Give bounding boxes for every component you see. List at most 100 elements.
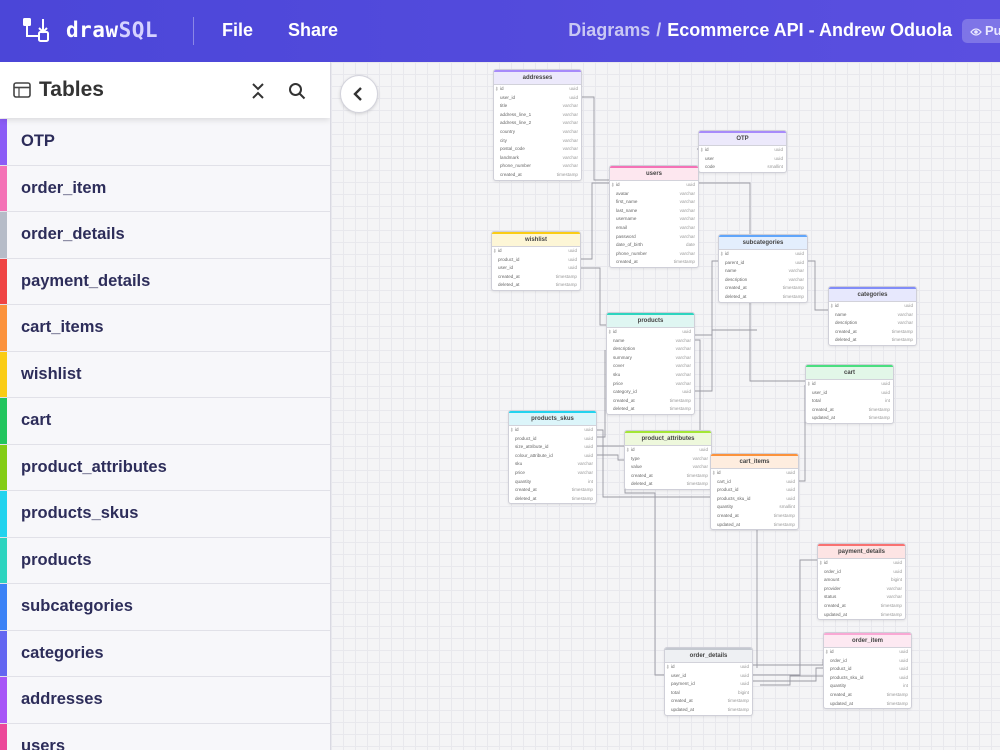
erd-column-row[interactable]: created_at timestamp: [719, 284, 807, 293]
drawsql-logo-icon[interactable]: [22, 17, 50, 45]
erd-table-title[interactable]: OTP: [699, 131, 786, 146]
erd-column-row[interactable]: id uuid ⚷: [492, 247, 580, 256]
erd-column-row[interactable]: created_at timestamp: [492, 273, 580, 282]
erd-column-row[interactable]: created_at timestamp: [494, 171, 581, 180]
table-cart-items[interactable]: cart_items id uuid ⚷ cart_id uuid product_id uu…: [710, 453, 799, 531]
erd-column-row[interactable]: sku varchar: [607, 371, 694, 380]
erd-column-row[interactable]: product_id uuid: [492, 256, 580, 265]
erd-table-title[interactable]: product_attributes: [625, 431, 711, 446]
erd-table-title[interactable]: payment_details: [818, 544, 905, 559]
erd-column-row[interactable]: product_id uuid: [509, 435, 596, 444]
erd-column-row[interactable]: product_id uuid: [711, 486, 798, 495]
sidebar-item-products[interactable]: products: [0, 537, 330, 584]
erd-column-row[interactable]: created_at timestamp: [509, 486, 596, 495]
erd-column-row[interactable]: created_at timestamp: [829, 328, 916, 337]
erd-column-row[interactable]: username varchar: [610, 215, 698, 224]
erd-column-row[interactable]: created_at timestamp: [607, 397, 694, 406]
erd-column-row[interactable]: user_id uuid: [665, 672, 752, 681]
erd-column-row[interactable]: id uuid ⚷: [818, 559, 905, 568]
sidebar-item-users[interactable]: users: [0, 723, 330, 750]
erd-column-row[interactable]: quantity smallint: [711, 503, 798, 512]
erd-column-row[interactable]: total bigint: [665, 689, 752, 698]
erd-column-row[interactable]: provider varchar: [818, 585, 905, 594]
erd-column-row[interactable]: created_at timestamp: [711, 512, 798, 521]
erd-column-row[interactable]: payment_id uuid: [665, 680, 752, 689]
erd-column-row[interactable]: id uuid ⚷: [509, 426, 596, 435]
table-otp[interactable]: OTP id uuid ⚷ user uuid code smallint: [698, 130, 787, 173]
erd-column-row[interactable]: name varchar: [719, 267, 807, 276]
erd-column-row[interactable]: size_attribute_id uuid: [509, 443, 596, 452]
erd-column-row[interactable]: id uuid ⚷: [719, 250, 807, 259]
erd-column-row[interactable]: deleted_at timestamp: [509, 495, 596, 504]
erd-table-title[interactable]: products_skus: [509, 411, 596, 426]
erd-column-row[interactable]: user uuid: [699, 155, 786, 164]
sidebar-item-cart[interactable]: cart: [0, 398, 330, 445]
erd-column-row[interactable]: status varchar: [818, 593, 905, 602]
erd-table-title[interactable]: addresses: [494, 70, 581, 85]
sidebar-item-product-attributes[interactable]: product_attributes: [0, 444, 330, 491]
table-wishlist[interactable]: wishlist id uuid ⚷ product_id uuid user_id uuid…: [491, 231, 581, 291]
erd-column-row[interactable]: postal_code varchar: [494, 145, 581, 154]
public-badge[interactable]: Pu: [962, 19, 1000, 43]
collapse-sidebar-button[interactable]: [340, 75, 378, 113]
erd-column-row[interactable]: phone_number varchar: [494, 162, 581, 171]
erd-column-row[interactable]: amount bigint: [818, 576, 905, 585]
erd-table-title[interactable]: users: [610, 166, 698, 181]
share-menu[interactable]: Share: [288, 20, 338, 41]
erd-column-row[interactable]: deleted_at timestamp: [719, 293, 807, 302]
erd-column-row[interactable]: deleted_at timestamp: [492, 281, 580, 290]
table-categories[interactable]: categories id uuid ⚷ name varchar description v…: [828, 286, 917, 346]
erd-column-row[interactable]: updated_at timestamp: [806, 414, 893, 423]
erd-column-row[interactable]: user_id uuid: [494, 94, 581, 103]
erd-column-row[interactable]: deleted_at timestamp: [829, 336, 916, 345]
erd-column-row[interactable]: updated_at timestamp: [665, 706, 752, 715]
table-order-item[interactable]: order_item id uuid ⚷ order_id uuid product_id u…: [823, 632, 912, 710]
file-menu[interactable]: File: [222, 20, 253, 41]
erd-column-row[interactable]: products_sku_id uuid: [824, 674, 911, 683]
erd-column-row[interactable]: date_of_birth date: [610, 241, 698, 250]
erd-column-row[interactable]: quantity int: [509, 478, 596, 487]
erd-table-title[interactable]: cart_items: [711, 454, 798, 469]
erd-column-row[interactable]: sku varchar: [509, 460, 596, 469]
erd-table-title[interactable]: categories: [829, 287, 916, 302]
erd-column-row[interactable]: created_at timestamp: [625, 472, 711, 481]
erd-column-row[interactable]: user_id uuid: [806, 389, 893, 398]
erd-column-row[interactable]: summary varchar: [607, 354, 694, 363]
table-products[interactable]: products id uuid ⚷ name varchar description var…: [606, 312, 695, 415]
erd-column-row[interactable]: id uuid ⚷: [806, 380, 893, 389]
erd-column-row[interactable]: id uuid ⚷: [665, 663, 752, 672]
erd-column-row[interactable]: description varchar: [607, 345, 694, 354]
table-addresses[interactable]: addresses id uuid ⚷ user_id uuid title varchar a…: [493, 69, 582, 181]
erd-table-title[interactable]: cart: [806, 365, 893, 380]
sidebar-item-order-item[interactable]: order_item: [0, 165, 330, 212]
erd-column-row[interactable]: user_id uuid: [492, 264, 580, 273]
erd-column-row[interactable]: price varchar: [607, 380, 694, 389]
erd-column-row[interactable]: id uuid ⚷: [829, 302, 916, 311]
erd-column-row[interactable]: created_at timestamp: [665, 697, 752, 706]
erd-column-row[interactable]: created_at timestamp: [824, 691, 911, 700]
erd-column-row[interactable]: deleted_at timestamp: [625, 480, 711, 489]
erd-column-row[interactable]: title varchar: [494, 102, 581, 111]
erd-column-row[interactable]: created_at timestamp: [806, 406, 893, 415]
erd-table-title[interactable]: products: [607, 313, 694, 328]
table-payment-details[interactable]: payment_details id uuid ⚷ order_id uuid amount…: [817, 543, 906, 621]
erd-column-row[interactable]: deleted_at timestamp: [607, 405, 694, 414]
erd-column-row[interactable]: id uuid ⚷: [711, 469, 798, 478]
table-products-skus[interactable]: products_skus id uuid ⚷ product_id uuid size_a…: [508, 410, 597, 505]
erd-column-row[interactable]: city varchar: [494, 137, 581, 146]
erd-column-row[interactable]: id uuid ⚷: [607, 328, 694, 337]
erd-column-row[interactable]: email varchar: [610, 224, 698, 233]
table-users[interactable]: users id uuid ⚷ avatar varchar first_name varch…: [609, 165, 699, 268]
sidebar-item-otp[interactable]: OTP: [0, 119, 330, 166]
table-subcategories[interactable]: subcategories id uuid ⚷ parent_id uuid name var…: [718, 234, 808, 303]
erd-column-row[interactable]: products_sku_id uuid: [711, 495, 798, 504]
diagram-title[interactable]: Ecommerce API - Andrew Oduola: [667, 20, 952, 40]
erd-column-row[interactable]: id uuid ⚷: [699, 146, 786, 155]
erd-column-row[interactable]: description varchar: [719, 276, 807, 285]
sidebar-item-cart-items[interactable]: cart_items: [0, 305, 330, 352]
breadcrumb-diagrams-link[interactable]: Diagrams: [568, 20, 650, 40]
sidebar-item-addresses[interactable]: addresses: [0, 677, 330, 724]
search-icon[interactable]: [288, 82, 306, 100]
erd-table-title[interactable]: order_item: [824, 633, 911, 648]
erd-column-row[interactable]: phone_number varchar: [610, 250, 698, 259]
